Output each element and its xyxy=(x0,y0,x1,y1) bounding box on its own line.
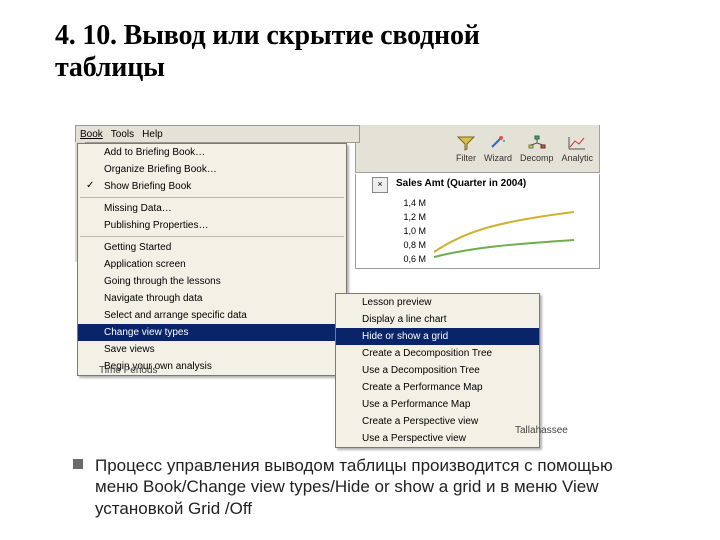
ytick: 1,2 M xyxy=(396,210,426,224)
menu-item-save-views[interactable]: Save views xyxy=(78,341,346,358)
submenu-use-perfmap[interactable]: Use a Performance Map xyxy=(336,396,539,413)
toolbar-filter[interactable]: Filter xyxy=(456,134,476,163)
submenu-lesson-preview[interactable]: Lesson preview xyxy=(336,294,539,311)
menu-book[interactable]: Book xyxy=(80,129,103,140)
menu-item-lessons[interactable]: Going through the lessons xyxy=(78,273,346,290)
ytick: 1,4 M xyxy=(396,196,426,210)
menu-item-select-data[interactable]: Select and arrange specific data xyxy=(78,307,346,324)
tree-icon xyxy=(527,134,547,152)
submenu-create-perfmap[interactable]: Create a Performance Map xyxy=(336,379,539,396)
submenu-line-chart[interactable]: Display a line chart xyxy=(336,311,539,328)
submenu-create-decomp[interactable]: Create a Decomposition Tree xyxy=(336,345,539,362)
submenu-use-decomp[interactable]: Use a Decomposition Tree xyxy=(336,362,539,379)
separator xyxy=(80,236,344,237)
y-axis-labels: 1,4 M 1,2 M 1,0 M 0,8 M 0,6 M xyxy=(396,196,426,266)
menu-item-publishing[interactable]: Publishing Properties… xyxy=(78,217,346,234)
wand-icon xyxy=(488,134,508,152)
menu-item-add-briefing[interactable]: Add to Briefing Book… xyxy=(78,144,346,161)
separator xyxy=(80,197,344,198)
trailing-text: Time Periods xyxy=(99,365,158,376)
slide-title: 4. 10. Вывод или скрытие сводной таблицы xyxy=(55,20,480,84)
title-line1: 4. 10. Вывод или скрытие сводной xyxy=(55,20,480,51)
toolbar-decomp-label: Decomp xyxy=(520,153,554,163)
screenshot-panel: Filter Wizard Decomp Analytic × Sales Am… xyxy=(75,125,600,435)
chart-icon xyxy=(567,134,587,152)
menu-item-navigate[interactable]: Navigate through data xyxy=(78,290,346,307)
title-line2: таблицы xyxy=(55,52,165,83)
close-icon[interactable]: × xyxy=(372,177,388,193)
menu-item-missing-data[interactable]: Missing Data… xyxy=(78,200,346,217)
menu-item-getting-started[interactable]: Getting Started xyxy=(78,239,346,256)
toolbar-wizard-label: Wizard xyxy=(484,153,512,163)
bullet-icon xyxy=(73,459,83,469)
change-view-submenu: Lesson preview Display a line chart Hide… xyxy=(335,293,540,448)
toolbar: Filter Wizard Decomp Analytic xyxy=(355,125,600,173)
menubar: Book Tools Help xyxy=(75,125,360,143)
ytick: 0,8 M xyxy=(396,238,426,252)
bullet-text: Процесс управления выводом таблицы произ… xyxy=(95,455,655,519)
menu-item-change-view[interactable]: Change view types xyxy=(78,324,346,341)
submenu-use-perspective[interactable]: Use a Perspective view xyxy=(336,430,539,447)
toolbar-decomp[interactable]: Decomp xyxy=(520,134,554,163)
funnel-icon xyxy=(456,134,476,152)
trailing-text-2: Tallahassee xyxy=(515,425,568,436)
toolbar-analytics[interactable]: Analytic xyxy=(561,134,593,163)
chart-area: × Sales Amt (Quarter in 2004) 1,4 M 1,2 … xyxy=(355,174,600,269)
ytick: 1,0 M xyxy=(396,224,426,238)
menu-item-show-briefing[interactable]: Show Briefing Book xyxy=(78,178,346,195)
chart-title: Sales Amt (Quarter in 2004) xyxy=(396,178,526,189)
menu-item-app-screen[interactable]: Application screen xyxy=(78,256,346,273)
submenu-create-perspective[interactable]: Create a Perspective view xyxy=(336,413,539,430)
menu-item-organize-briefing[interactable]: Organize Briefing Book… xyxy=(78,161,346,178)
toolbar-analytics-label: Analytic xyxy=(561,153,593,163)
book-dropdown: Add to Briefing Book… Organize Briefing … xyxy=(77,143,347,376)
menu-tools[interactable]: Tools xyxy=(111,129,134,140)
submenu-hide-grid[interactable]: Hide or show a grid xyxy=(336,328,539,345)
menu-help[interactable]: Help xyxy=(142,129,163,140)
chart-line-icon xyxy=(434,202,574,262)
toolbar-filter-label: Filter xyxy=(456,153,476,163)
toolbar-wizard[interactable]: Wizard xyxy=(484,134,512,163)
ytick: 0,6 M xyxy=(396,252,426,266)
